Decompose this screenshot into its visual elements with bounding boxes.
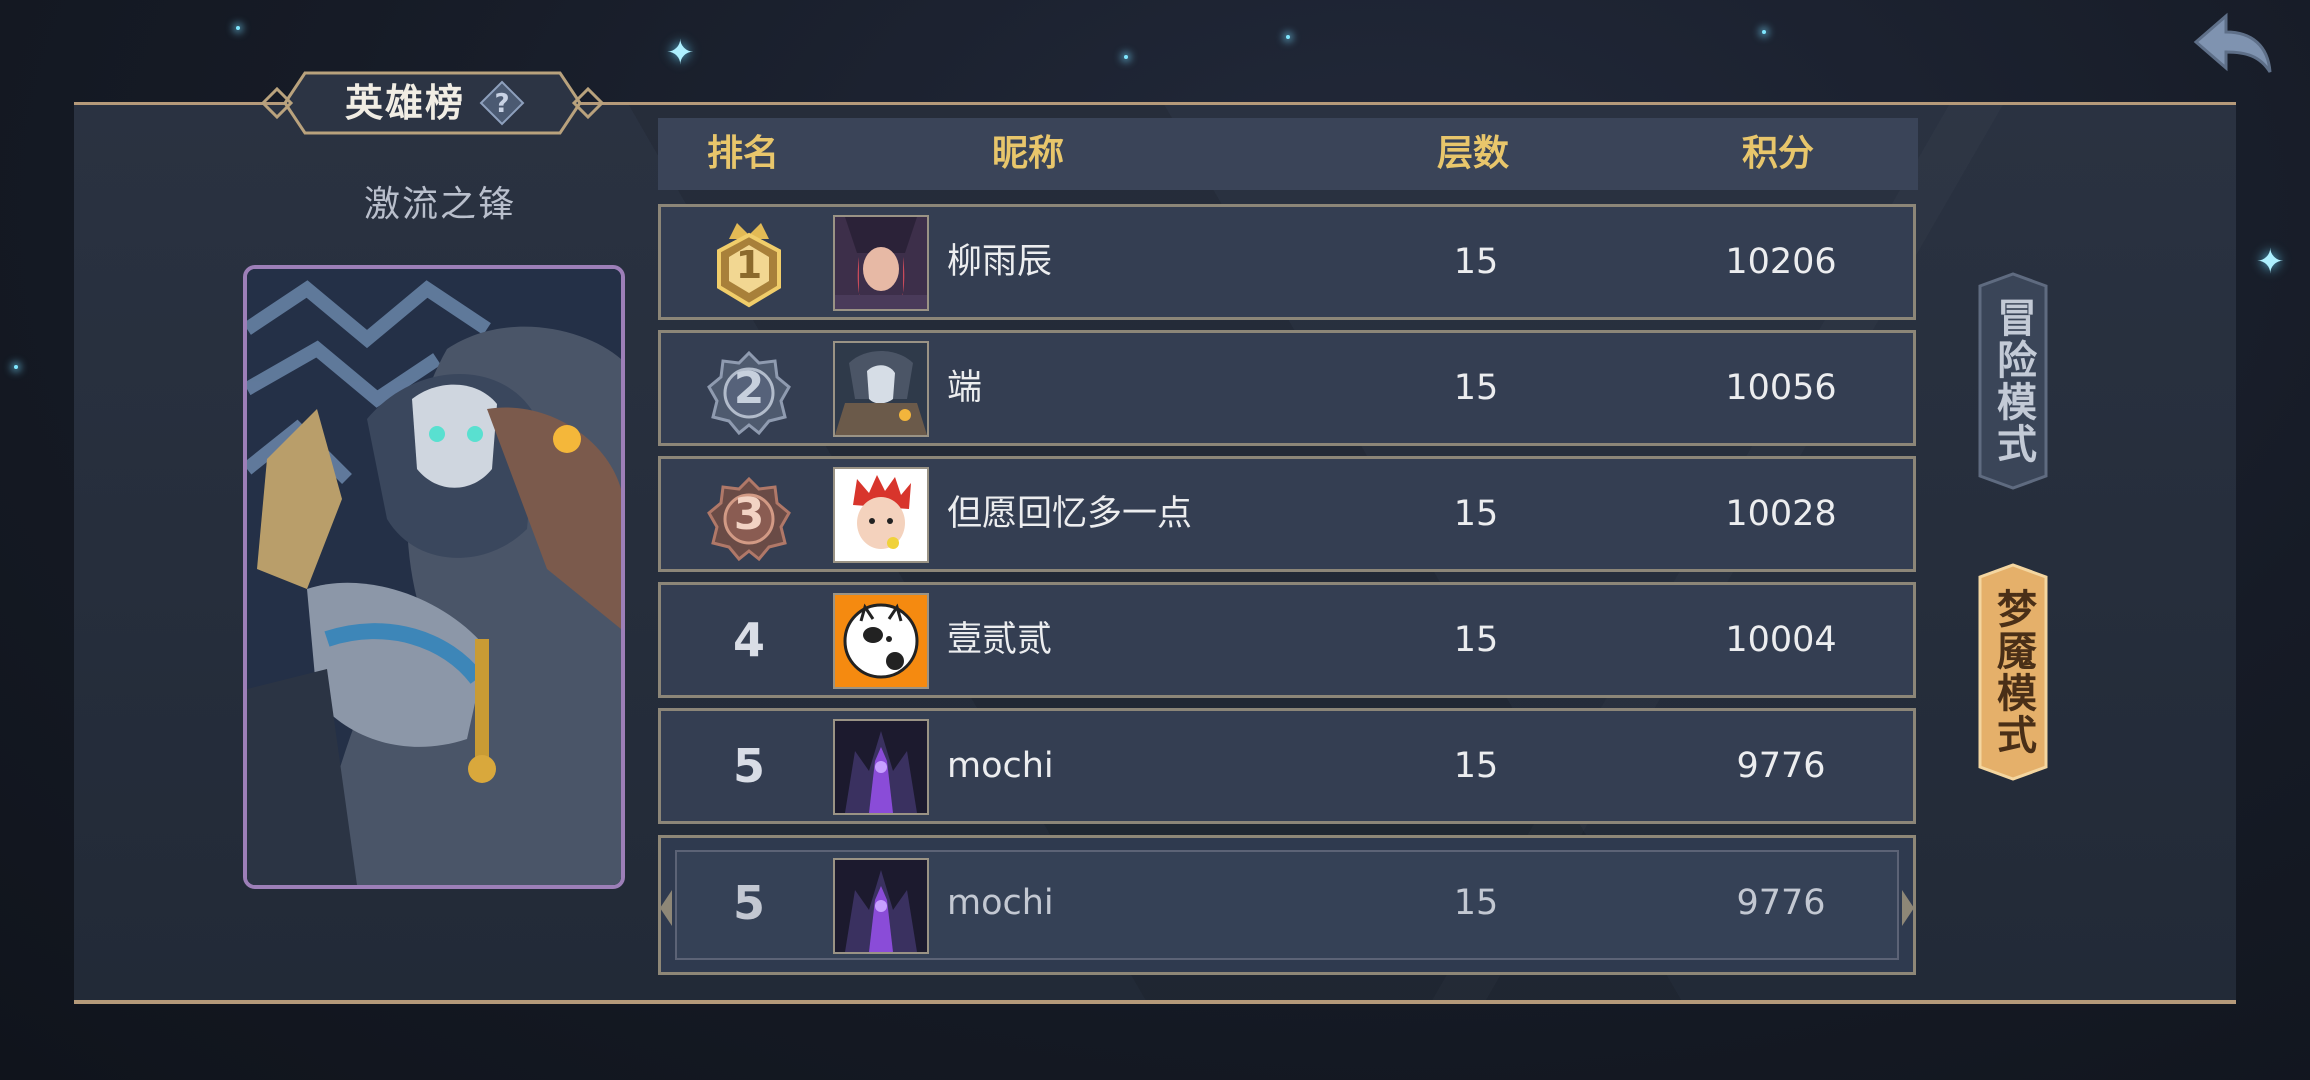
my-rank-row[interactable]: 5 mochi 15 9776: [658, 835, 1916, 975]
sparkle-decoration: ✦: [666, 33, 695, 73]
player-score: 10056: [1725, 368, 1837, 408]
table-row[interactable]: 2 端 15 10056: [658, 330, 1916, 446]
table-row[interactable]: 5 mochi 15 9776: [658, 708, 1916, 824]
avatar: [833, 593, 929, 689]
player-score: 10028: [1725, 494, 1837, 534]
svg-text:?: ?: [494, 89, 509, 119]
player-score: 10206: [1725, 242, 1837, 282]
back-arrow-icon[interactable]: [2188, 10, 2278, 80]
column-header-score: 积分: [1741, 133, 1814, 174]
star-decoration: [1286, 35, 1290, 39]
player-layers: 15: [1453, 883, 1499, 923]
player-score: 9776: [1736, 746, 1826, 786]
adventure-mode-button[interactable]: 冒险模式: [1972, 272, 2054, 490]
nightmare-mode-button[interactable]: 梦魇模式: [1972, 563, 2054, 781]
player-layers: 15: [1453, 620, 1499, 660]
column-header-layers: 层数: [1436, 133, 1509, 174]
rank-number: 5: [732, 876, 765, 930]
player-layers: 15: [1453, 494, 1499, 534]
star-decoration: [1124, 55, 1128, 59]
player-layers: 15: [1453, 368, 1499, 408]
hero-portrait-card[interactable]: [243, 265, 625, 889]
player-nickname: 端: [947, 368, 983, 408]
column-header-nickname: 昵称: [991, 133, 1064, 174]
page-title: 英雄榜: [345, 81, 466, 125]
sparkle-decoration: ✦: [2256, 242, 2285, 282]
player-layers: 15: [1453, 746, 1499, 786]
player-layers: 15: [1453, 242, 1499, 282]
avatar: [833, 719, 929, 815]
avatar: [833, 215, 929, 311]
star-decoration: [236, 26, 240, 30]
star-decoration: [14, 365, 18, 369]
table-row[interactable]: 4 壹贰贰 15 10004: [658, 582, 1916, 698]
star-decoration: [1762, 30, 1766, 34]
table-header: 排名 昵称 层数 积分: [658, 118, 1918, 190]
player-nickname: 但愿回忆多一点: [947, 494, 1193, 534]
avatar: [833, 467, 929, 563]
player-nickname: mochi: [947, 883, 1054, 923]
player-nickname: 壹贰贰: [947, 620, 1053, 660]
rank-number: 5: [732, 739, 765, 793]
table-row[interactable]: 3 但愿回忆多一点 15 10028: [658, 456, 1916, 572]
nightmare-mode-label: 梦魇模式: [1990, 588, 2036, 756]
column-header-rank: 排名: [706, 133, 779, 174]
avatar: [833, 858, 929, 954]
player-score: 9776: [1736, 883, 1826, 923]
hero-name: 激流之锋: [363, 184, 516, 225]
chevron-left-icon: [660, 890, 672, 926]
player-nickname: mochi: [947, 746, 1054, 786]
help-icon[interactable]: ?: [479, 80, 525, 126]
adventure-mode-label: 冒险模式: [1990, 297, 2036, 465]
rank-number: 3: [733, 489, 765, 540]
hero-portrait-image: [247, 269, 621, 885]
rank-number: 2: [733, 363, 765, 414]
player-score: 10004: [1725, 620, 1837, 660]
avatar: [833, 341, 929, 437]
player-nickname: 柳雨辰: [947, 242, 1053, 282]
table-row[interactable]: 1 柳雨辰 15 10206: [658, 204, 1916, 320]
rank-number: 1: [735, 243, 763, 287]
rank-number: 4: [732, 613, 765, 667]
